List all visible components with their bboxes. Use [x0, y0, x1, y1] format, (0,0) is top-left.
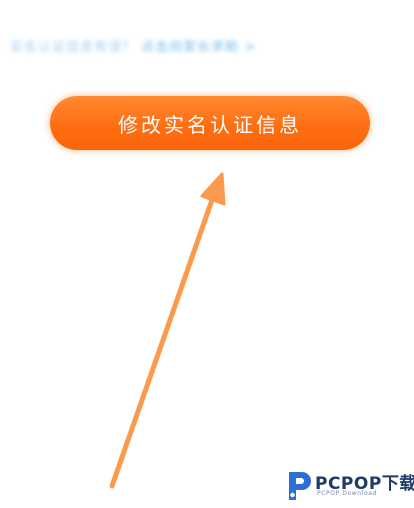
watermark-sub: PCPOP Download: [317, 490, 377, 497]
arrow-up-icon: [109, 172, 226, 489]
parent-help-hint[interactable]: 实名认证信息有误？ 点击向家长求助 >: [10, 36, 310, 56]
parent-help-link[interactable]: 点击向家长求助: [141, 40, 239, 55]
hint-text: 实名认证信息有误？: [10, 40, 137, 55]
watermark-brand-cn: 下载: [381, 474, 414, 494]
chevron-right-icon: >: [244, 40, 257, 55]
edit-real-name-button[interactable]: 修改实名认证信息: [50, 96, 370, 150]
pcpop-watermark: PCPOP下载 PCPOP Download: [285, 466, 414, 506]
edit-real-name-button-label: 修改实名认证信息: [118, 112, 302, 137]
pcpop-logo-icon: [289, 472, 311, 500]
